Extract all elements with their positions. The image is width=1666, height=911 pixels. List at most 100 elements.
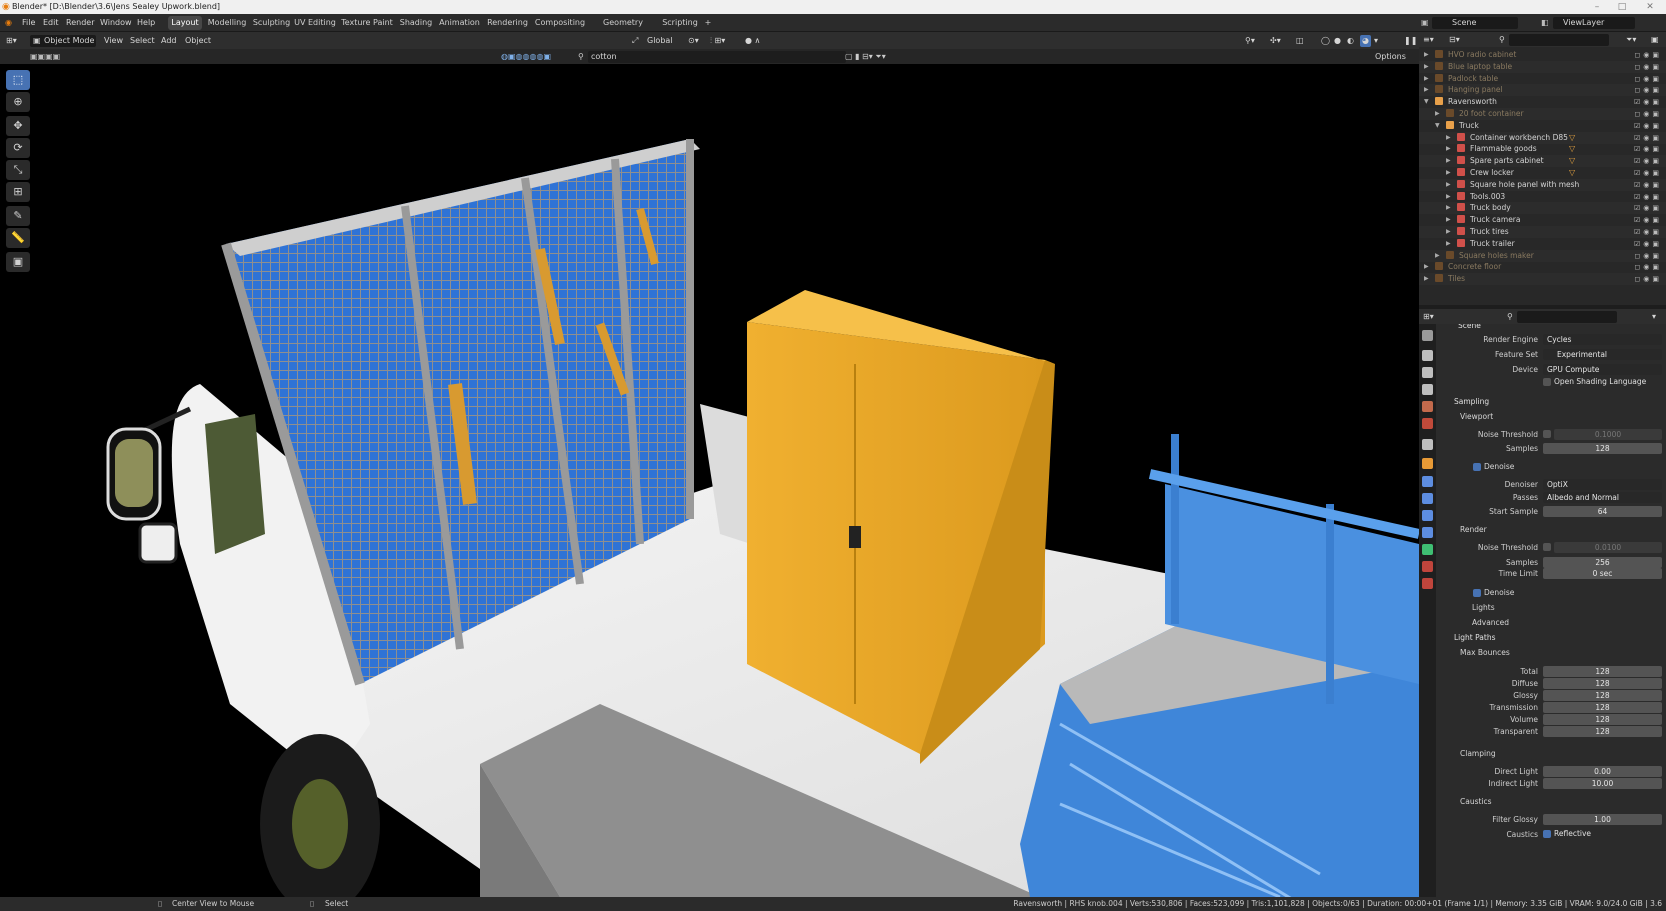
expand-arrow-icon[interactable]: ▶	[1446, 238, 1451, 250]
outliner-row[interactable]: ▶ Square holes maker ◻◉▣	[1419, 249, 1666, 262]
options-dropdown[interactable]: Options	[1375, 51, 1406, 63]
r-samples-field[interactable]: 256	[1543, 557, 1662, 568]
outliner-row[interactable]: ▶ 20 foot container ◻◉▣	[1419, 108, 1666, 120]
view-layer-tab-icon[interactable]	[1422, 384, 1433, 395]
orientation-dropdown[interactable]: Global	[647, 35, 673, 47]
expand-arrow-icon[interactable]: ▼	[1424, 96, 1429, 108]
visibility-icons[interactable]: ◻◉▣	[1634, 61, 1662, 73]
indirect-light-field[interactable]: 10.00	[1543, 778, 1662, 789]
tab-texture-paint[interactable]: Texture Paint	[341, 16, 393, 30]
outliner-row[interactable]: ▶ Spare parts cabinet ▽ ☑◉▣	[1419, 155, 1666, 168]
scene-selector[interactable]: Scene	[1432, 17, 1518, 29]
rotate-tool-icon[interactable]: ⟳	[6, 138, 30, 158]
outliner-row[interactable]: ▶ Hanging panel ◻◉▣	[1419, 84, 1666, 97]
visibility-icons[interactable]: ◻◉▣	[1634, 49, 1662, 61]
device-dropdown[interactable]: GPU Compute	[1543, 364, 1662, 375]
menu-edit[interactable]: Edit	[43, 17, 59, 29]
close-icon[interactable]: ✕	[1638, 0, 1662, 14]
bounce-field[interactable]: 128	[1543, 678, 1662, 689]
bounce-field[interactable]: 128	[1543, 690, 1662, 701]
snap-icon[interactable]: ⫶ ⊞▾	[710, 35, 725, 47]
outliner-search-input[interactable]	[1509, 34, 1609, 46]
collection-tab-icon[interactable]	[1422, 439, 1433, 450]
sampling-panel-header[interactable]: Sampling	[1454, 397, 1489, 406]
properties-search-input[interactable]	[1517, 311, 1617, 323]
viewlayer-selector[interactable]: ViewLayer	[1553, 17, 1635, 29]
render-subpanel-header[interactable]: Render	[1460, 525, 1487, 534]
outliner-row[interactable]: ▶ Truck body ☑◉▣	[1419, 202, 1666, 215]
visibility-icons[interactable]: ☑◉▣	[1634, 155, 1662, 167]
selection-mode-icons[interactable]: ▣▣▣▣	[30, 51, 60, 63]
outliner-row[interactable]: ▶ Blue laptop table ◻◉▣	[1419, 60, 1666, 73]
outliner-row[interactable]: ▶ Tiles ◻◉▣	[1419, 273, 1666, 286]
expand-arrow-icon[interactable]: ▶	[1424, 73, 1429, 85]
filter-glossy-field[interactable]: 1.00	[1543, 814, 1662, 825]
expand-arrow-icon[interactable]: ▶	[1435, 250, 1440, 262]
expand-arrow-icon[interactable]: ▶	[1446, 143, 1451, 155]
minimize-icon[interactable]: –	[1585, 0, 1609, 14]
tab-modelling[interactable]: Modelling	[205, 16, 249, 30]
menu-object[interactable]: Object	[185, 35, 211, 47]
proportional-edit-icon[interactable]: ● ∧	[745, 35, 760, 47]
r-noise-threshold-checkbox[interactable]	[1543, 543, 1551, 551]
new-collection-icon[interactable]: ▣	[1651, 34, 1659, 46]
expand-arrow-icon[interactable]: ▶	[1446, 214, 1451, 226]
xray-toggle-icon[interactable]: ◫	[1296, 35, 1304, 47]
editor-type-icon[interactable]: ⊞▾	[6, 35, 26, 47]
scene-tab-icon[interactable]	[1422, 401, 1433, 412]
outliner-row[interactable]: ▶ HVO radio cabinet ◻◉▣	[1419, 49, 1666, 61]
clamping-subpanel[interactable]: Clamping	[1460, 749, 1496, 758]
vp-noise-threshold-field[interactable]: 0.1000	[1554, 429, 1662, 440]
visibility-icons[interactable]: ☑◉▣	[1634, 179, 1662, 191]
advanced-subpanel[interactable]: Advanced	[1472, 618, 1509, 627]
select-box-tool-icon[interactable]: ⬚	[6, 70, 30, 90]
properties-options-icon[interactable]: ▾	[1652, 311, 1656, 323]
menu-add[interactable]: Add	[161, 35, 177, 47]
visibility-icons[interactable]: ◻◉▣	[1634, 84, 1662, 96]
outliner-row[interactable]: ▶ Truck camera ☑◉▣	[1419, 214, 1666, 226]
3d-viewport[interactable]	[0, 64, 1419, 897]
vp-denoise-checkbox[interactable]	[1473, 463, 1481, 471]
outliner-row[interactable]: ▶ Truck trailer ☑◉▣	[1419, 238, 1666, 250]
particles-tab-icon[interactable]	[1422, 493, 1433, 504]
direct-light-field[interactable]: 0.00	[1543, 766, 1662, 777]
viewport-search-input[interactable]: cotton	[588, 51, 846, 63]
transform-tool-icon[interactable]: ⊞	[6, 182, 30, 202]
shading-solid-icon[interactable]: ●	[1334, 35, 1341, 47]
tab-geometry-nodes[interactable]: Geometry Nodes	[590, 16, 656, 41]
expand-arrow-icon[interactable]: ▶	[1446, 191, 1451, 203]
vp-noise-threshold-checkbox[interactable]	[1543, 430, 1551, 438]
visibility-icons[interactable]: ☑◉▣	[1634, 191, 1662, 203]
maximize-icon[interactable]: □	[1610, 0, 1634, 14]
properties-editor-icon[interactable]: ⊞▾	[1423, 311, 1434, 323]
r-noise-threshold-field[interactable]: 0.0100	[1554, 542, 1662, 553]
light-paths-panel-header[interactable]: Light Paths	[1454, 633, 1495, 642]
scale-tool-icon[interactable]: ⤡	[6, 160, 30, 180]
display-mode-icon[interactable]: ⊟▾	[1449, 34, 1460, 46]
visibility-icons[interactable]: ☑◉▣	[1634, 132, 1662, 144]
reflective-checkbox[interactable]	[1543, 830, 1551, 838]
lights-subpanel[interactable]: Lights	[1472, 603, 1495, 612]
r-denoise-label[interactable]: Denoise	[1484, 588, 1514, 597]
filter-icons[interactable]: ▢ ▮ ⊟▾ ⏷▾	[845, 51, 886, 63]
outliner-row[interactable]: ▼ Truck ☑◉▣	[1419, 120, 1666, 132]
tool-tab-icon[interactable]	[1422, 330, 1433, 341]
data-tab-icon[interactable]	[1422, 544, 1433, 555]
visibility-icons[interactable]: ◻◉▣	[1634, 73, 1662, 85]
outliner-row[interactable]: ▶ Padlock table ◻◉▣	[1419, 73, 1666, 85]
outliner-filter-icon[interactable]: ⏷▾	[1626, 34, 1636, 46]
expand-arrow-icon[interactable]: ▶	[1424, 261, 1429, 273]
tab-scripting[interactable]: Scripting	[660, 16, 700, 30]
expand-arrow-icon[interactable]: ▶	[1446, 155, 1451, 167]
viewport-subpanel-header[interactable]: Viewport	[1460, 412, 1493, 421]
outliner-row[interactable]: ▶ Crew locker ▽ ☑◉▣	[1419, 167, 1666, 179]
expand-arrow-icon[interactable]: ▶	[1424, 49, 1429, 61]
annotate-tool-icon[interactable]: ✎	[6, 206, 30, 226]
visibility-icons[interactable]: ☑◉▣	[1634, 120, 1662, 132]
render-tab-icon[interactable]	[1422, 350, 1433, 361]
overlay-toggle-icon[interactable]: ✣▾	[1270, 35, 1281, 47]
max-bounces-subpanel[interactable]: Max Bounces	[1460, 648, 1510, 657]
visibility-icons[interactable]: ◻◉▣	[1634, 250, 1662, 262]
tab-shading[interactable]: Shading	[398, 16, 434, 30]
tab-compositing[interactable]: Compositing	[533, 16, 587, 30]
